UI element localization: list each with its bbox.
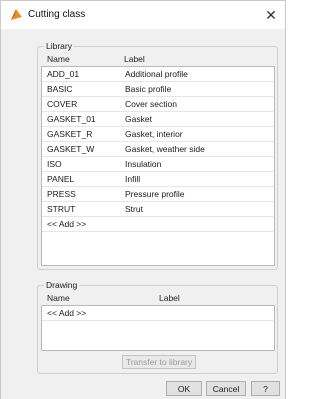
drawing-column-headers: Name Label — [41, 293, 275, 304]
drawing-group: Drawing Name Label << Add >> Transfer to… — [37, 280, 278, 374]
cancel-button[interactable]: Cancel — [206, 381, 246, 396]
table-row[interactable]: ADD_01 Additional profile — [42, 67, 274, 82]
library-group: Library Name Label ADD_01 Additional pro… — [37, 41, 278, 270]
transfer-to-library-button[interactable]: Transfer to library — [122, 355, 196, 369]
table-row[interactable]: PANEL Infill — [42, 172, 274, 187]
row-label: Gasket, interior — [125, 129, 183, 139]
table-row[interactable]: BASIC Basic profile — [42, 82, 274, 97]
row-name: BASIC — [47, 84, 73, 94]
row-name: GASKET_01 — [47, 114, 96, 124]
table-row[interactable]: STRUT Strut — [42, 202, 274, 217]
library-group-label: Library — [44, 41, 74, 52]
row-label: Basic profile — [125, 84, 172, 94]
drawing-add-label: << Add >> — [47, 308, 87, 318]
row-label: Insulation — [125, 159, 162, 169]
row-label: Gasket, weather side — [125, 144, 205, 154]
drawing-list[interactable]: << Add >> — [41, 305, 275, 351]
library-column-headers: Name Label — [41, 54, 275, 65]
row-label: Gasket — [125, 114, 152, 124]
row-label: Cover section — [125, 99, 177, 109]
row-name: STRUT — [47, 204, 76, 214]
row-name: ISO — [47, 159, 62, 169]
row-name: COVER — [47, 99, 78, 109]
row-name: ADD_01 — [47, 69, 80, 79]
cutting-class-icon — [11, 9, 22, 20]
library-column-label[interactable]: Label — [124, 54, 145, 65]
row-label: Infill — [125, 174, 141, 184]
table-row[interactable]: COVER Cover section — [42, 97, 274, 112]
library-list[interactable]: ADD_01 Additional profile BASIC Basic pr… — [41, 66, 275, 266]
dialog-body: Library Name Label ADD_01 Additional pro… — [1, 29, 285, 399]
table-row[interactable]: ISO Insulation — [42, 157, 274, 172]
table-row[interactable]: GASKET_01 Gasket — [42, 112, 274, 127]
row-name: PANEL — [47, 174, 75, 184]
close-button[interactable]: ✕ — [257, 1, 285, 29]
row-name: GASKET_W — [47, 144, 95, 154]
row-name: PRESS — [47, 189, 76, 199]
title-bar: Cutting class ✕ — [1, 1, 285, 29]
table-row[interactable]: PRESS Pressure profile — [42, 187, 274, 202]
help-button[interactable]: ? — [251, 381, 280, 396]
library-column-name[interactable]: Name — [47, 54, 70, 65]
row-label: Strut — [125, 204, 143, 214]
library-add-row[interactable]: << Add >> — [42, 217, 274, 232]
ok-button[interactable]: OK — [166, 381, 202, 396]
drawing-column-name[interactable]: Name — [47, 293, 70, 304]
row-label: Pressure profile — [125, 189, 185, 199]
table-row[interactable]: GASKET_W Gasket, weather side — [42, 142, 274, 157]
row-name: GASKET_R — [47, 129, 93, 139]
drawing-group-label: Drawing — [44, 280, 80, 291]
drawing-column-label[interactable]: Label — [159, 293, 180, 304]
drawing-add-row[interactable]: << Add >> — [42, 306, 274, 321]
window-title: Cutting class — [28, 9, 86, 20]
library-add-label: << Add >> — [47, 219, 87, 229]
table-row[interactable]: GASKET_R Gasket, interior — [42, 127, 274, 142]
row-label: Additional profile — [125, 69, 188, 79]
close-icon: ✕ — [265, 6, 277, 23]
cutting-class-dialog: Cutting class ✕ Library Name Label ADD_0… — [0, 0, 286, 399]
